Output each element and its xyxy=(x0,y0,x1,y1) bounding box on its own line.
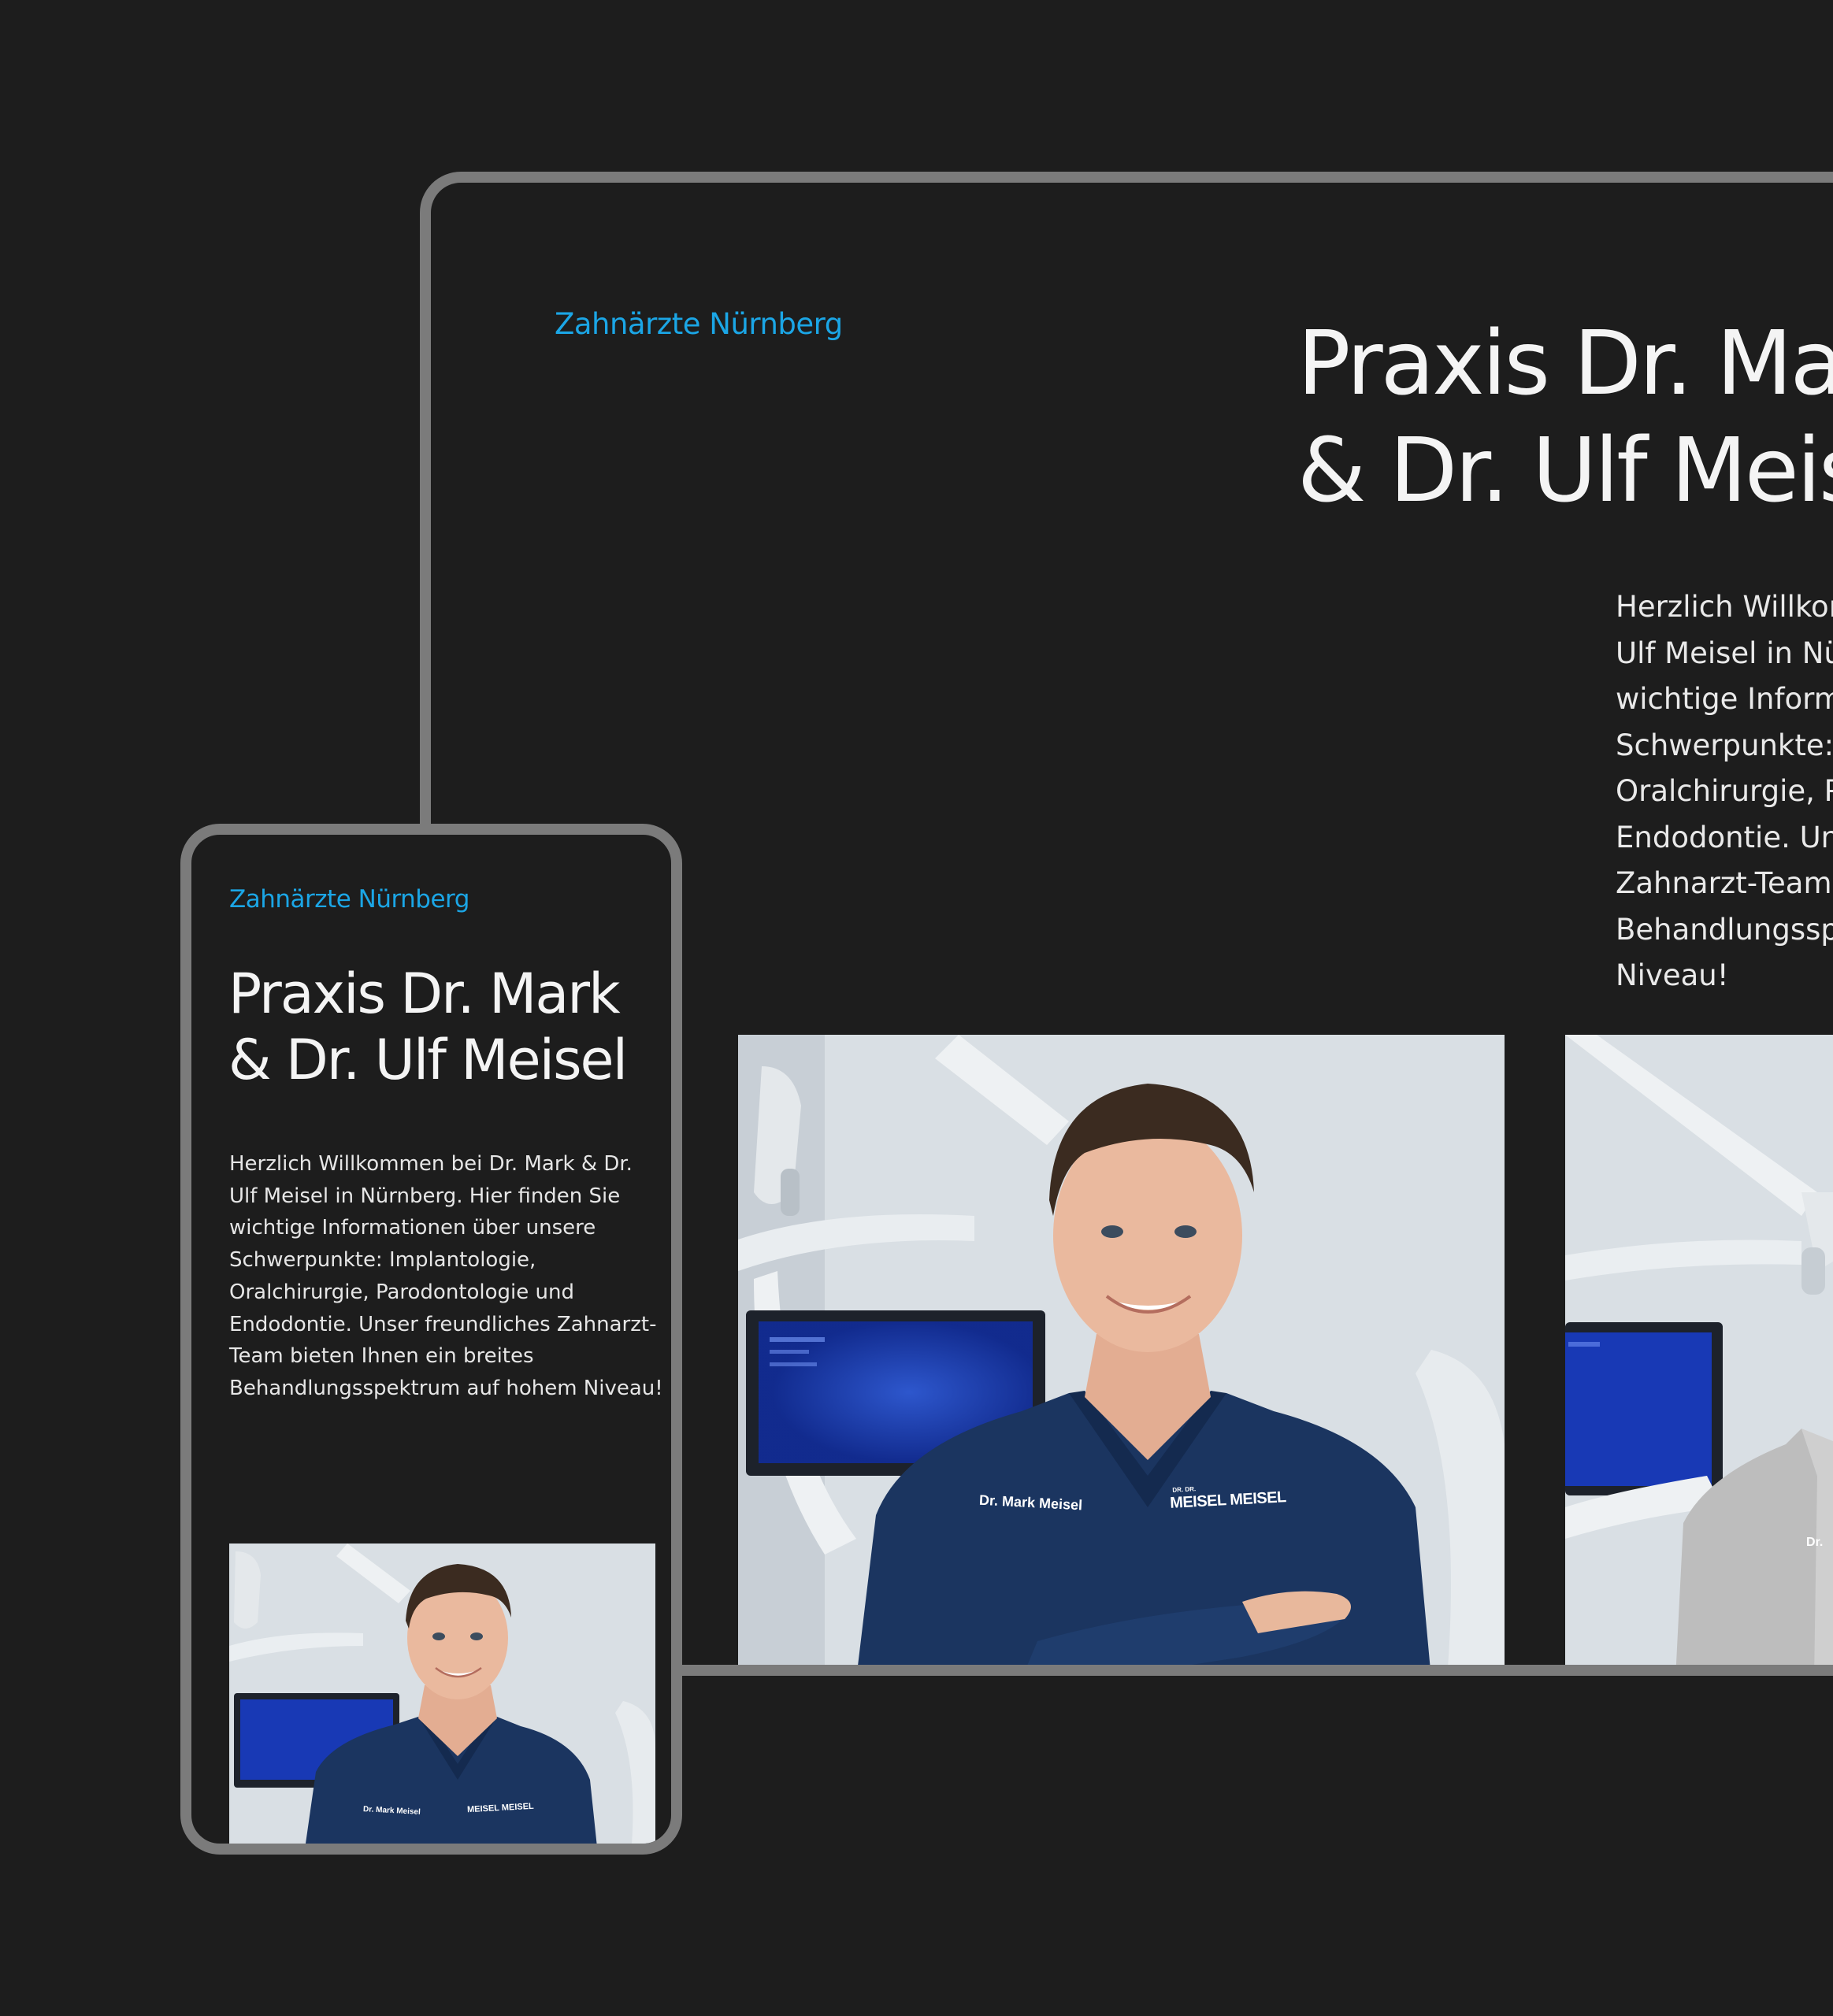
shirt-name-label: Dr. xyxy=(1806,1536,1824,1549)
dentist-portrait-illustration xyxy=(738,1035,1505,1665)
dentist-photo-mark: Dr. Mark Meisel DR. DR. MEISEL MEISEL xyxy=(738,1035,1505,1665)
mobile-brand-label[interactable]: Zahnärzte Nürnberg xyxy=(229,885,469,914)
mobile-portrait-illustration xyxy=(229,1544,655,1844)
shirt-logo-small: DR. DR. xyxy=(1172,1485,1197,1494)
intro-text: Herzlich Willkommen bei Dr. Mark & Dr. U… xyxy=(1616,590,1833,992)
second-portrait-illustration xyxy=(1565,1035,1833,1665)
page-title-line-2: & Dr. Ulf Meisel xyxy=(1297,420,1833,522)
page-title: Praxis Dr. Mark & Dr. Ulf Meisel xyxy=(1297,310,1833,524)
mobile-page-title: Praxis Dr. Mark & Dr. Ulf Meisel xyxy=(228,961,628,1093)
mobile-page-title-line-1: Praxis Dr. Mark xyxy=(228,962,621,1026)
mobile-dentist-photo-mark: Dr. Mark Meisel MEISEL MEISEL xyxy=(229,1544,655,1844)
mobile-mockup-frame: Zahnärzte Nürnberg Praxis Dr. Mark & Dr.… xyxy=(180,824,682,1855)
page-title-line-1: Praxis Dr. Mark xyxy=(1297,313,1833,415)
mobile-intro-text: Herzlich Willkommen bei Dr. Mark & Dr. U… xyxy=(229,1152,663,1400)
mobile-page-title-line-2: & Dr. Ulf Meisel xyxy=(228,1028,628,1092)
dentist-photo-ulf: Dr. xyxy=(1565,1035,1833,1665)
brand-label[interactable]: Zahnärzte Nürnberg xyxy=(555,307,843,341)
